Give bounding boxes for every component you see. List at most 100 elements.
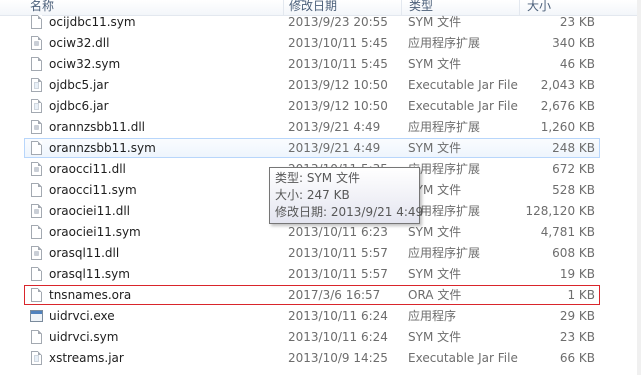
file-date: 2013/9/21 4:49 — [288, 141, 381, 155]
file-type: Executable Jar File — [408, 351, 518, 365]
file-name: uidrvci.sym — [49, 330, 119, 344]
file-type: 应用程序扩展 — [408, 120, 481, 134]
file-name: ojdbc5.jar — [49, 78, 109, 92]
file-icon — [31, 330, 42, 344]
file-size: 23 KB — [559, 15, 595, 29]
file-icon — [31, 225, 42, 239]
file-name: tnsnames.ora — [49, 288, 132, 302]
jar-icon — [31, 78, 42, 92]
vertical-scrollbar[interactable] — [637, 0, 641, 375]
dll-icon — [31, 162, 42, 176]
file-size: 128,120 KB — [525, 204, 595, 218]
file-type: Executable Jar File — [408, 78, 518, 92]
file-type: SYM 文件 — [408, 267, 462, 281]
file-type: ORA 文件 — [408, 288, 462, 302]
file-icon — [31, 183, 42, 197]
file-type: 应用程序扩展 — [408, 246, 481, 260]
file-type: 应用程序 — [408, 309, 457, 323]
dll-icon — [31, 246, 42, 260]
file-date: 2013/9/12 10:50 — [288, 99, 388, 113]
file-type: SYM 文件 — [408, 330, 462, 344]
file-row[interactable]: orannzsbb11.sym 2013/9/21 4:49 SYM 文件 248 K… — [24, 138, 600, 158]
file-type: Executable Jar File — [408, 99, 518, 113]
file-type: SYM 文件 — [408, 225, 462, 239]
tooltip-size: 大小: 247 KB — [275, 188, 350, 202]
file-row[interactable]: ojdbc6.jar 2013/9/12 10:50 Executable Jar … — [24, 96, 600, 116]
file-size: 672 KB — [552, 162, 595, 176]
file-name: oraocci11.dll — [49, 162, 126, 176]
file-date: 2017/3/6 16:57 — [288, 288, 381, 302]
file-size: 248 KB — [552, 141, 595, 155]
dll-icon — [31, 204, 42, 218]
file-date: 2013/9/23 20:55 — [288, 15, 388, 29]
dll-icon — [31, 120, 42, 134]
file-size: 4,781 KB — [540, 225, 595, 239]
file-name: ojdbc6.jar — [49, 99, 109, 113]
file-size: 29 KB — [559, 309, 595, 323]
file-name: orasql11.dll — [49, 246, 120, 260]
file-row[interactable]: xstreams.jar 2013/10/9 14:25 Executable Ja… — [24, 348, 600, 368]
file-size: 23 KB — [559, 330, 595, 344]
file-icon — [31, 57, 42, 71]
file-size: 528 KB — [552, 183, 595, 197]
file-type: SYM 文件 — [408, 183, 462, 197]
file-size: 1 KB — [567, 288, 595, 302]
file-date: 2013/10/11 5:57 — [288, 267, 388, 281]
file-row[interactable]: tnsnames.ora 2017/3/6 16:57 ORA 文件 1 KB — [24, 285, 600, 305]
file-row[interactable]: orasql11.sym 2013/10/11 5:57 SYM 文件 19 KB — [24, 264, 600, 284]
file-name: xstreams.jar — [49, 351, 124, 365]
jar-icon — [31, 99, 42, 113]
file-name: ocijdbc11.sym — [49, 15, 136, 29]
jar-icon — [31, 351, 42, 365]
file-size: 1,260 KB — [540, 120, 595, 134]
file-name: oraociei11.dll — [49, 204, 130, 218]
file-date: 2013/10/11 5:57 — [288, 246, 388, 260]
file-date: 2013/10/11 6:23 — [288, 225, 388, 239]
tooltip-date: 修改日期: 2013/9/21 4:49 — [275, 205, 424, 219]
file-row[interactable]: ociw32.dll 2013/10/11 5:45 应用程序扩展 340 KB — [24, 33, 600, 53]
file-name: ociw32.dll — [49, 36, 110, 50]
file-type: 应用程序扩展 — [408, 162, 481, 176]
tooltip-type: 类型: SYM 文件 — [275, 171, 360, 185]
file-type: SYM 文件 — [408, 141, 462, 155]
file-name: orannzsbb11.sym — [49, 141, 156, 155]
file-date: 2013/10/11 5:45 — [288, 36, 388, 50]
file-icon — [31, 15, 42, 29]
file-name: uidrvci.exe — [49, 309, 115, 323]
file-date: 2013/10/9 14:25 — [288, 351, 388, 365]
file-row[interactable]: ocijdbc11.sym 2013/9/23 20:55 SYM 文件 23 KB — [24, 12, 600, 32]
file-name: oraocci11.sym — [49, 183, 137, 197]
dll-icon — [31, 36, 42, 50]
file-tooltip: 类型: SYM 文件 大小: 247 KB 修改日期: 2013/9/21 4:… — [269, 167, 424, 224]
file-date: 2013/10/11 6:24 — [288, 309, 388, 323]
file-date: 2013/10/11 5:45 — [288, 57, 388, 71]
file-type: 应用程序扩展 — [408, 36, 481, 50]
file-icon — [31, 267, 42, 281]
file-row[interactable]: orasql11.dll 2013/10/11 5:57 应用程序扩展 608 KB — [24, 243, 600, 263]
file-size: 46 KB — [559, 57, 595, 71]
file-date: 2013/9/21 4:49 — [288, 120, 381, 134]
file-type: SYM 文件 — [408, 15, 462, 29]
file-row[interactable]: uidrvci.sym 2013/10/11 6:24 SYM 文件 23 KB — [24, 327, 600, 347]
file-name: ociw32.sym — [49, 57, 121, 71]
file-row[interactable]: oraociei11.sym 2013/10/11 6:23 SYM 文件 4,781… — [24, 222, 600, 242]
file-row[interactable]: ociw32.sym 2013/10/11 5:45 SYM 文件 46 KB — [24, 54, 600, 74]
file-size: 2,676 KB — [540, 99, 595, 113]
file-size: 608 KB — [552, 246, 595, 260]
file-row[interactable]: uidrvci.exe 2013/10/11 6:24 应用程序 29 KB — [24, 306, 600, 326]
file-type: SYM 文件 — [408, 57, 462, 71]
file-icon — [31, 288, 42, 302]
file-size: 19 KB — [559, 267, 595, 281]
file-icon — [31, 141, 42, 155]
file-name: orannzsbb11.dll — [49, 120, 145, 134]
file-type: 应用程序扩展 — [408, 204, 481, 218]
file-row[interactable]: ojdbc5.jar 2013/9/12 10:50 Executable Jar … — [24, 75, 600, 95]
file-row[interactable]: orannzsbb11.dll 2013/9/21 4:49 应用程序扩展 1,260… — [24, 117, 600, 137]
file-size: 340 KB — [552, 36, 595, 50]
file-name: oraociei11.sym — [49, 225, 141, 239]
exe-icon — [30, 310, 43, 322]
file-date: 2013/10/11 6:24 — [288, 330, 388, 344]
file-date: 2013/9/12 10:50 — [288, 78, 388, 92]
file-size: 66 KB — [559, 351, 595, 365]
file-size: 2,043 KB — [540, 78, 595, 92]
